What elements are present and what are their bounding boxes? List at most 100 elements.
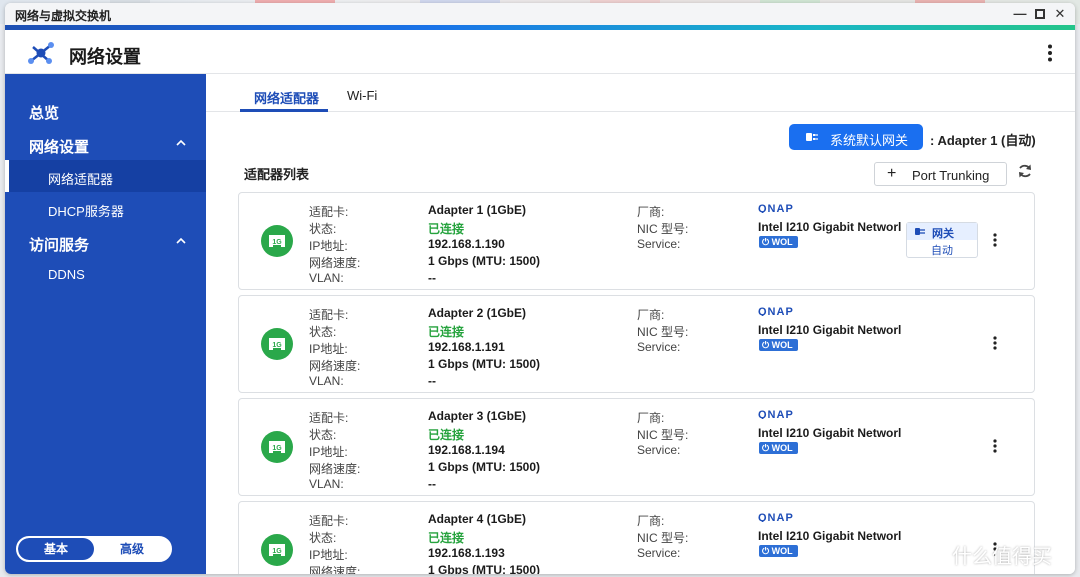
field-label-nic-model: NIC 型号:	[637, 531, 689, 545]
adapter-ip: 192.168.1.190	[428, 237, 505, 251]
adapter-status: 已连接	[428, 531, 465, 545]
gateway-plug-icon	[806, 133, 818, 141]
port-speed-badge: 1G	[272, 342, 282, 349]
field-label-nic-model: NIC 型号:	[637, 325, 689, 339]
sidebar-section-label: 网络设置	[29, 139, 90, 156]
field-label-vendor: 厂商:	[637, 514, 665, 528]
sidebar-item-network-adapters[interactable]: 网络适配器	[5, 160, 206, 192]
mode-basic-button[interactable]: 基本	[18, 538, 94, 560]
tab-wifi[interactable]: Wi-Fi	[347, 88, 377, 103]
active-tab-indicator	[240, 109, 328, 112]
field-label-speed: 网络速度:	[309, 565, 361, 574]
gateway-tag: 网关 自动	[906, 222, 978, 258]
adapter-list-title: 适配器列表	[244, 167, 310, 182]
tab-bar: 网络适配器 Wi-Fi	[206, 74, 1075, 112]
field-label-service: Service:	[637, 546, 681, 560]
adapter-nic-model: Intel I210 Gigabit Networl	[758, 220, 902, 234]
window-title: 网络与虚拟交换机	[15, 9, 112, 23]
sidebar-section-access-services[interactable]: 访问服务	[5, 228, 206, 258]
sidebar-item-label: 网络适配器	[48, 172, 114, 187]
adapter-more-icon[interactable]	[992, 336, 998, 350]
svg-text:QNAP: QNAP	[758, 203, 794, 213]
adapter-name: Adapter 3 (1GbE)	[428, 409, 527, 423]
wol-badge: ⏻ WOL	[759, 236, 798, 248]
wol-label: WOL	[771, 443, 793, 453]
svg-text:QNAP: QNAP	[758, 409, 794, 419]
watermark: 值 什么值得买	[912, 535, 1077, 569]
port-speed-badge: 1G	[272, 445, 282, 452]
watermark-text: 什么值得买	[952, 546, 1052, 568]
sidebar-item-ddns[interactable]: DDNS	[5, 258, 206, 290]
qnap-logo: QNAP	[758, 306, 794, 316]
ethernet-port-icon: 1G	[261, 225, 293, 257]
gateway-tag-label: 网关	[932, 228, 954, 240]
adapter-ip: 192.168.1.193	[428, 546, 505, 560]
adapter-speed: 1 Gbps (MTU: 1500)	[428, 460, 541, 474]
mode-toggle: 基本 高级	[16, 536, 172, 562]
field-label-card: 适配卡:	[309, 514, 349, 528]
svg-text:值: 值	[920, 543, 936, 562]
field-label-vlan: VLAN:	[309, 477, 344, 491]
default-gateway-value: : Adapter 1 (自动)	[930, 133, 1036, 148]
field-label-card: 适配卡:	[309, 205, 349, 219]
adapter-speed: 1 Gbps (MTU: 1500)	[428, 254, 541, 268]
wol-badge: ⏻ WOL	[759, 339, 798, 351]
sidebar-item-label: DHCP服务器	[48, 204, 124, 219]
field-label-status: 状态:	[309, 222, 337, 236]
adapter-list: 1G 适配卡: 状态: IP地址: 网络速度: VLAN: Adapter 1 …	[238, 192, 1035, 574]
network-settings-logo-icon	[28, 42, 54, 64]
sidebar-section-label: 总览	[29, 105, 60, 122]
adapter-status: 已连接	[428, 222, 465, 236]
sidebar-section-overview[interactable]: 总览	[5, 96, 206, 126]
field-label-vendor: 厂商:	[637, 308, 665, 322]
window-titlebar: 网络与虚拟交换机 — ✕	[5, 3, 1075, 25]
adapter-ip: 192.168.1.194	[428, 443, 505, 457]
mode-advanced-button[interactable]: 高级	[94, 538, 170, 560]
adapter-card[interactable]: 1G 适配卡: 状态: IP地址: 网络速度: VLAN: Adapter 1 …	[238, 192, 1035, 290]
field-label-status: 状态:	[309, 531, 337, 545]
field-label-ip: IP地址:	[309, 548, 348, 562]
sidebar-item-label: DDNS	[48, 267, 85, 282]
gateway-tag-header: 网关	[907, 223, 977, 240]
wol-badge: ⏻ WOL	[759, 545, 798, 557]
field-label-speed: 网络速度:	[309, 359, 361, 373]
main-content: 网络适配器 Wi-Fi 系统默认网关 : Adapter 1 (自动) 适配器列…	[206, 74, 1075, 574]
adapter-nic-model: Intel I210 Gigabit Networl	[758, 426, 902, 440]
chevron-up-icon	[176, 237, 186, 244]
adapter-ip: 192.168.1.191	[428, 340, 505, 354]
adapter-vlan: --	[428, 374, 436, 388]
adapter-card[interactable]: 1G 适配卡: 状态: IP地址: 网络速度: VLAN: Adapter 2 …	[238, 295, 1035, 393]
gateway-tag-mode: 自动	[931, 245, 953, 257]
sidebar-section-label: 访问服务	[29, 237, 90, 254]
default-gateway-label: 系统默认网关	[830, 133, 909, 148]
port-speed-badge: 1G	[272, 239, 282, 246]
field-label-nic-model: NIC 型号:	[637, 428, 689, 442]
adapter-name: Adapter 2 (1GbE)	[428, 306, 527, 320]
port-speed-badge: 1G	[272, 548, 282, 555]
more-menu-icon[interactable]	[1047, 44, 1053, 62]
field-label-card: 适配卡:	[309, 411, 349, 425]
refresh-icon[interactable]	[1017, 163, 1033, 179]
app-header: 网络设置	[5, 30, 1075, 74]
sidebar-section-network-settings[interactable]: 网络设置	[5, 130, 206, 160]
minimize-icon[interactable]: —	[1011, 5, 1029, 23]
chevron-up-icon	[176, 139, 186, 146]
tab-network-adapters[interactable]: 网络适配器	[254, 88, 319, 107]
field-label-service: Service:	[637, 443, 681, 457]
ethernet-port-icon: 1G	[261, 431, 293, 463]
field-label-vendor: 厂商:	[637, 411, 665, 425]
adapter-card[interactable]: 1G 适配卡: 状态: IP地址: 网络速度: VLAN: Adapter 3 …	[238, 398, 1035, 496]
wol-label: WOL	[771, 546, 793, 556]
adapter-nic-model: Intel I210 Gigabit Networl	[758, 529, 902, 543]
field-label-nic-model: NIC 型号:	[637, 222, 689, 236]
qnap-logo: QNAP	[758, 203, 794, 213]
sidebar-item-dhcp-server[interactable]: DHCP服务器	[5, 192, 206, 224]
svg-text:QNAP: QNAP	[758, 306, 794, 316]
default-gateway-button[interactable]: 系统默认网关	[789, 124, 923, 150]
port-trunking-button[interactable]: + Port Trunking	[874, 162, 1007, 186]
maximize-icon[interactable]	[1031, 5, 1049, 23]
close-icon[interactable]: ✕	[1051, 5, 1069, 23]
adapter-more-icon[interactable]	[992, 233, 998, 247]
port-trunking-label: Port Trunking	[912, 168, 990, 183]
adapter-more-icon[interactable]	[992, 439, 998, 453]
